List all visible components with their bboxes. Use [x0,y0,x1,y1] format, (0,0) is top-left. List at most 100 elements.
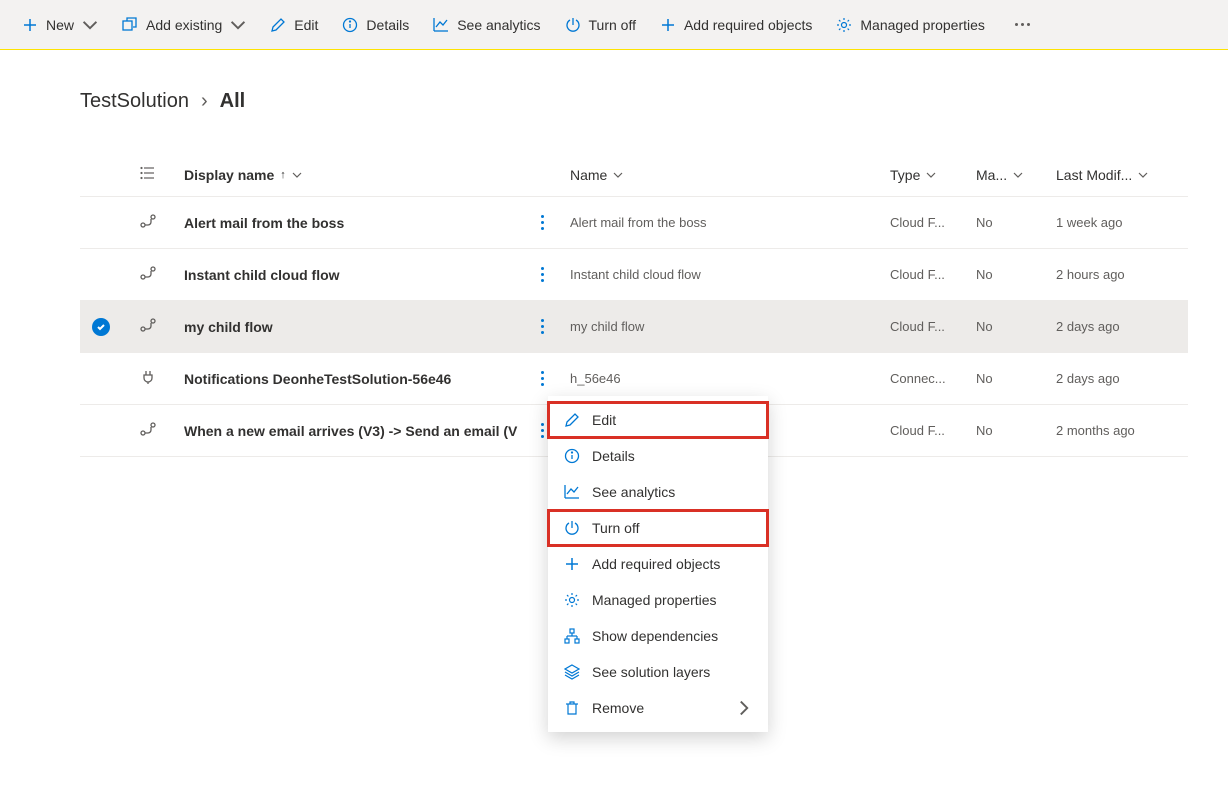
row-more-button[interactable] [530,367,554,391]
info-icon [342,17,358,33]
type-cell: Cloud F... [890,267,976,282]
table-row[interactable]: Instant child cloud flow Instant child cl… [80,249,1188,301]
turn-off-label: Turn off [589,17,636,33]
menu-turn-off[interactable]: Turn off [548,510,768,546]
table-header: Display name ↑ Name Type Ma... Last Modi… [80,153,1188,197]
plus-icon [660,17,676,33]
add-required-label: Add required objects [684,17,812,33]
edit-label: Edit [294,17,318,33]
new-button[interactable]: New [12,11,108,39]
power-icon [565,17,581,33]
name-header[interactable]: Name [570,167,890,183]
add-existing-button[interactable]: Add existing [112,11,256,39]
breadcrumb: TestSolution › All [80,90,1188,113]
last-modified-cell: 2 days ago [1056,371,1176,386]
chevron-right-icon [736,700,752,716]
type-icon-column[interactable] [140,165,184,184]
breadcrumb-current: All [220,90,246,113]
menu-analytics[interactable]: See analytics [548,474,768,510]
flow-icon [140,421,184,440]
add-existing-icon [122,17,138,33]
details-button[interactable]: Details [332,11,419,39]
display-name-cell[interactable]: Notifications DeonheTestSolution-56e46 [184,371,530,387]
layers-icon [564,664,580,680]
last-modified-cell: 2 days ago [1056,319,1176,334]
breadcrumb-solution[interactable]: TestSolution [80,90,189,113]
flow-icon [140,265,184,284]
new-label: New [46,17,74,33]
last-modified-cell: 1 week ago [1056,215,1176,230]
type-cell: Connec... [890,371,976,386]
add-required-button[interactable]: Add required objects [650,11,822,39]
table-row[interactable]: Alert mail from the boss Alert mail from … [80,197,1188,249]
table-row[interactable]: my child flowmy child flowCloud F...No2 … [80,301,1188,353]
analytics-button[interactable]: See analytics [423,11,550,39]
type-cell: Cloud F... [890,215,976,230]
check-icon [92,318,110,336]
flow-icon [140,213,184,232]
display-name-header[interactable]: Display name ↑ [184,167,530,183]
chevron-down-icon [82,17,98,33]
menu-remove[interactable]: Remove [548,690,768,726]
chevron-down-icon [613,170,623,180]
context-menu: Edit Details See analytics Turn off Add … [548,396,768,732]
menu-dependencies[interactable]: Show dependencies [548,618,768,654]
last-modified-cell: 2 months ago [1056,423,1176,438]
ellipsis-icon [1009,17,1036,32]
managed-properties-label: Managed properties [860,17,985,33]
display-name-cell[interactable]: Instant child cloud flow [184,267,530,283]
name-cell: my child flow [570,319,890,334]
command-bar: New Add existing Edit Details See analyt… [0,0,1228,50]
edit-button[interactable]: Edit [260,11,328,39]
plus-icon [564,556,580,572]
row-more-button[interactable] [530,315,554,339]
chart-icon [433,17,449,33]
managed-cell: No [976,215,1056,230]
menu-managed-properties[interactable]: Managed properties [548,582,768,618]
display-name-cell[interactable]: When a new email arrives (V3) -> Send an… [184,423,530,439]
last-modified-cell: 2 hours ago [1056,267,1176,282]
menu-solution-layers[interactable]: See solution layers [548,654,768,690]
details-label: Details [366,17,409,33]
managed-cell: No [976,319,1056,334]
plus-icon [22,17,38,33]
type-header[interactable]: Type [890,167,976,183]
list-icon [140,165,156,181]
type-cell: Cloud F... [890,423,976,438]
flow-icon [140,317,184,336]
name-cell: Alert mail from the boss [570,215,890,230]
managed-properties-button[interactable]: Managed properties [826,11,995,39]
type-cell: Cloud F... [890,319,976,334]
chevron-down-icon [292,170,302,180]
plug-icon [140,369,184,388]
managed-cell: No [976,423,1056,438]
display-name-cell[interactable]: my child flow [184,319,530,335]
menu-details[interactable]: Details [548,438,768,474]
row-more-button[interactable] [530,263,554,287]
row-more-button[interactable] [530,211,554,235]
trash-icon [564,700,580,716]
sort-ascending-icon: ↑ [280,169,286,181]
add-existing-label: Add existing [146,17,222,33]
name-cell: Instant child cloud flow [570,267,890,282]
chevron-down-icon [1138,170,1148,180]
row-select[interactable] [92,318,140,336]
name-cell: h_56e46 [570,371,890,386]
last-modified-header[interactable]: Last Modif... [1056,167,1176,183]
chevron-down-icon [926,170,936,180]
gear-icon [564,592,580,608]
breadcrumb-separator: › [201,90,208,113]
chevron-down-icon [230,17,246,33]
hierarchy-icon [564,628,580,644]
menu-add-required[interactable]: Add required objects [548,546,768,582]
turn-off-button[interactable]: Turn off [555,11,646,39]
analytics-label: See analytics [457,17,540,33]
menu-edit[interactable]: Edit [548,402,768,438]
more-commands-button[interactable] [999,11,1046,38]
managed-header[interactable]: Ma... [976,167,1056,183]
gear-icon [836,17,852,33]
pencil-icon [270,17,286,33]
power-icon [564,520,580,536]
info-icon [564,448,580,464]
display-name-cell[interactable]: Alert mail from the boss [184,215,530,231]
